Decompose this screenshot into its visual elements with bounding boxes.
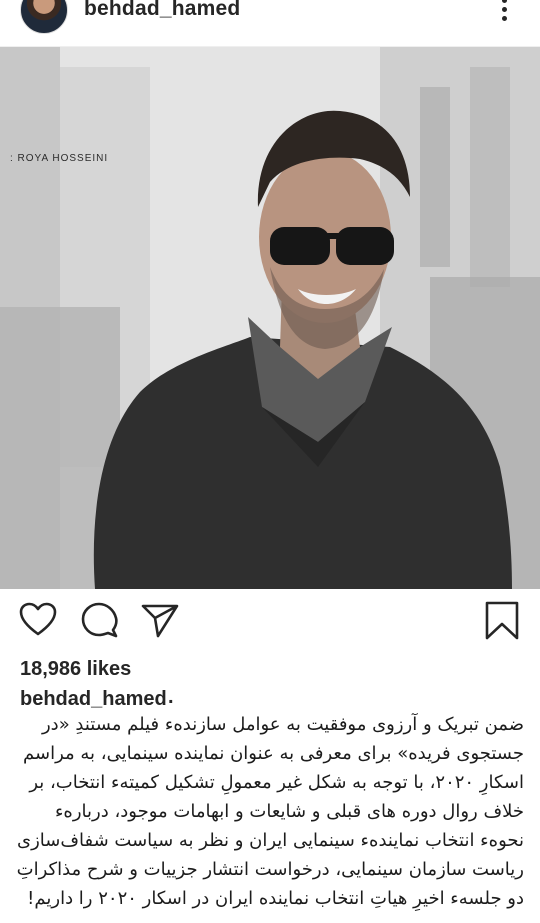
action-bar — [0, 600, 540, 648]
caption-separator: . — [168, 686, 174, 708]
portrait-image — [0, 47, 540, 589]
caption-username[interactable]: behdad_hamed — [20, 688, 167, 711]
photo-credit: : ROYA HOSSEINI — [10, 153, 109, 164]
comment-icon[interactable] — [80, 600, 120, 640]
post-photo[interactable]: : ROYA HOSSEINI — [0, 47, 540, 589]
post-header: behdad_hamed — [0, 0, 540, 47]
paper-plane-icon[interactable] — [140, 600, 180, 640]
bookmark-icon[interactable] — [482, 600, 522, 640]
heart-icon[interactable] — [18, 600, 58, 640]
post-username[interactable]: behdad_hamed — [84, 0, 240, 21]
post-caption: ضمن تبریک و آرزوی موفقیت به عوامل سازنده… — [16, 714, 524, 909]
likes-count[interactable]: 18,986 likes — [20, 658, 131, 681]
more-options-icon[interactable] — [492, 0, 516, 24]
profile-avatar[interactable] — [20, 0, 68, 34]
